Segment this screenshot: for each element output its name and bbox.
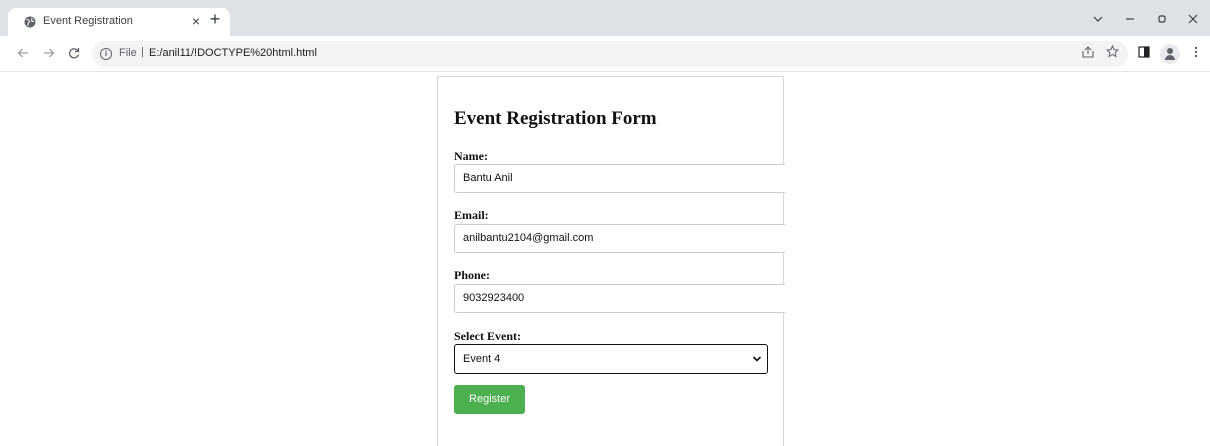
restore-icon[interactable] xyxy=(1152,10,1172,30)
form-title: Event Registration Form xyxy=(454,108,657,129)
chevron-down-icon[interactable] xyxy=(1088,10,1108,30)
profile-icon[interactable] xyxy=(1160,44,1180,64)
phone-label: Phone: xyxy=(454,268,490,282)
star-icon[interactable] xyxy=(1102,44,1122,64)
phone-input[interactable]: 9032923400 xyxy=(454,284,785,313)
info-icon[interactable]: i xyxy=(100,48,112,60)
address-scheme-label: File xyxy=(119,47,137,59)
menu-icon[interactable] xyxy=(1186,44,1206,64)
forward-icon[interactable] xyxy=(39,44,59,64)
address-separator: | xyxy=(141,46,144,58)
email-input[interactable]: anilbantu2104@gmail.com xyxy=(454,224,785,253)
tab-strip: Event Registration × + xyxy=(0,0,1210,36)
sidepanel-icon[interactable] xyxy=(1134,44,1154,64)
globe-icon xyxy=(24,16,36,28)
event-select-value: Event 4 xyxy=(463,353,501,365)
address-bar[interactable]: i File | E:/anil11/!DOCTYPE%20html.html xyxy=(92,41,1128,67)
browser-toolbar: i File | E:/anil11/!DOCTYPE%20html.html xyxy=(0,36,1210,72)
tab-title: Event Registration xyxy=(43,15,133,27)
email-label: Email: xyxy=(454,208,489,222)
tab-event-registration[interactable]: Event Registration × xyxy=(8,8,230,36)
address-url[interactable]: E:/anil11/!DOCTYPE%20html.html xyxy=(149,47,317,59)
event-label: Select Event: xyxy=(454,329,521,343)
chevron-down-icon xyxy=(752,356,762,362)
minimize-icon[interactable] xyxy=(1120,10,1140,30)
registration-card: Event Registration Form Name: Bantu Anil… xyxy=(437,76,785,446)
register-button[interactable]: Register xyxy=(454,385,525,414)
close-window-icon[interactable] xyxy=(1183,10,1203,30)
share-icon[interactable] xyxy=(1078,44,1098,64)
name-label: Name: xyxy=(454,149,488,163)
plus-icon[interactable]: + xyxy=(206,10,224,29)
close-icon[interactable]: × xyxy=(188,13,204,29)
name-input[interactable]: Bantu Anil xyxy=(454,164,785,193)
back-icon[interactable] xyxy=(13,44,33,64)
event-select[interactable]: Event 4 xyxy=(454,344,768,374)
reload-icon[interactable] xyxy=(64,44,84,64)
